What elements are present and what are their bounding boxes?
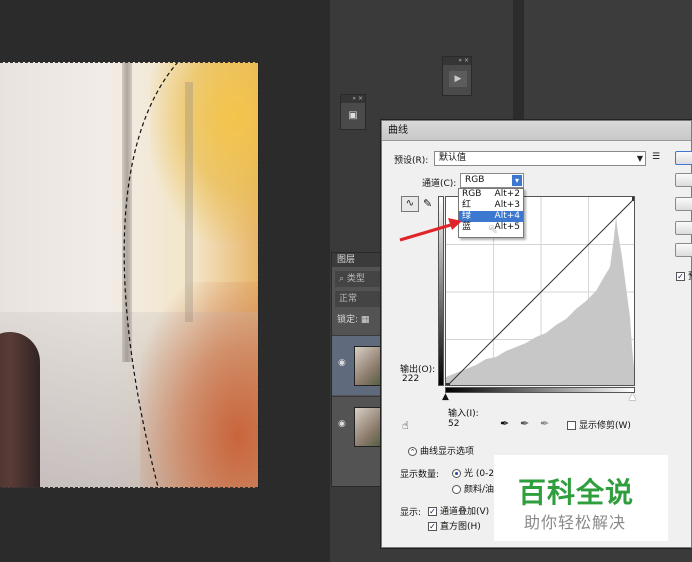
histogram-checkbox[interactable]: ✓ 直方图(H) [428,519,481,532]
chevron-down-icon: ▼ [636,154,643,163]
target-adjust-icon[interactable]: ☝ [402,419,409,432]
curve-point-tool-icon[interactable]: ∿ [401,196,419,212]
check-icon: ✓ [676,272,685,281]
panel-header: » × [341,95,365,103]
radio-button [452,469,461,478]
output-value[interactable]: 222 [402,374,419,384]
watermark-title: 百科全说 [518,476,635,509]
white-eyedropper-icon[interactable]: ✒ [540,417,549,430]
curve-options-label: 曲线显示选项 [420,447,475,457]
visibility-eye-icon[interactable]: ◉ [338,358,346,368]
document-canvas[interactable] [0,0,330,562]
auto-button[interactable] [675,197,692,211]
channel-label: 通道(C): [422,179,457,189]
watermark-subtitle: 助你轻松解决 [524,513,627,532]
layer-filter-kind[interactable]: ⌕ 类型 [335,271,383,287]
preset-options-icon[interactable]: ☰ [652,152,660,162]
input-gradient-bar [445,387,635,393]
curve-point-start [446,383,450,385]
layers-panel: 图层 ⌕ 类型 正常 锁定: ▦ ◉ ◉ [331,252,388,487]
collapsed-panel-actions[interactable]: » × ▶ [442,56,472,96]
selection-edge-bottom [0,487,258,488]
preset-label: 预设(R): [394,156,429,166]
black-point-slider-icon[interactable]: ▲ [442,392,449,402]
lock-pixels-icon[interactable]: ▦ [361,315,370,325]
ok-button[interactable] [675,151,692,165]
panel-divider [513,0,523,120]
dialog-title[interactable]: 曲线 [382,121,691,141]
preview-label: 预 [688,272,692,282]
menu-item-green[interactable]: 绿 Alt+4 [459,211,523,222]
white-point-slider-icon[interactable]: ▲ [629,392,636,402]
check-icon: ✓ [428,507,437,516]
selection-edge-top [0,62,258,63]
watermark-logo: 百科全说 助你轻松解决 [494,455,668,541]
filter-kind-label: 类型 [346,274,365,284]
check-icon: ✓ [428,522,437,531]
blend-mode-select[interactable]: 正常 [335,291,383,307]
visibility-eye-icon[interactable]: ◉ [338,419,346,429]
menu-item-label: 红 [462,200,472,210]
show-clipping-checkbox[interactable]: 显示修剪(W) [567,418,631,431]
tab-layers[interactable]: 图层 [332,253,386,267]
mouse-cursor-icon: ↖ [488,222,499,236]
layer-item[interactable]: ◉ [332,335,388,395]
play-icon[interactable]: ▶ [449,71,467,87]
channel-overlay-label: 通道叠加(V) [440,507,490,517]
show-amount-label: 显示数量: [400,470,440,480]
radio-pigment-label: 颜料/油 [464,485,495,495]
preset-value: 默认值 [439,153,467,163]
chevron-down-icon: ▾ [512,175,522,186]
radio-pigment[interactable]: 颜料/油 [452,482,494,495]
panel-dock [523,0,692,120]
menu-item-shortcut: Alt+2 [494,189,520,199]
channel-value: RGB [465,175,485,185]
menu-item-shortcut: Alt+5 [494,222,520,232]
checkbox-box [567,421,576,430]
preset-select[interactable]: 默认值 ▼ [434,151,646,166]
red-arrow-annotation [399,218,462,242]
smooth-button[interactable] [675,243,692,257]
search-icon: ⌕ [339,274,347,284]
menu-item-label: RGB [462,189,482,199]
chevron-up-icon: ⌃ [408,447,417,456]
options-button[interactable] [675,221,692,235]
input-value[interactable]: 52 [448,419,459,429]
menu-item-red[interactable]: 红 Alt+3 [459,200,523,211]
show-label: 显示: [400,508,422,518]
properties-icon[interactable]: ▣ [345,108,361,124]
selection-marquee [123,61,179,488]
histogram-label: 直方图(H) [440,522,481,532]
gray-eyedropper-icon[interactable]: ✒ [520,417,529,430]
show-clipping-label: 显示修剪(W) [579,421,631,431]
curve-options-toggle[interactable]: ⌃ 曲线显示选项 [408,444,474,457]
curve-point-end [632,197,634,201]
menu-item-rgb[interactable]: RGB Alt+2 [459,189,523,200]
layer-item[interactable]: ◉ [332,396,388,456]
lock-label: 锁定: [337,315,359,325]
lock-row: 锁定: ▦ [332,307,386,325]
channel-select[interactable]: RGB ▾ [460,173,524,188]
radio-button [452,485,461,494]
radio-light[interactable]: 光 (0-25 [452,466,500,479]
menu-item-shortcut: Alt+4 [494,211,520,221]
input-label: 输入(I): [448,409,479,419]
selection-edge-right [257,62,259,488]
cancel-button[interactable] [675,173,692,187]
collapsed-panel-properties[interactable]: » × ▣ [340,94,366,130]
panel-header: » × [443,57,471,65]
pencil-tool-icon[interactable]: ✎ [423,197,432,210]
menu-item-shortcut: Alt+3 [494,200,520,210]
channel-overlay-checkbox[interactable]: ✓ 通道叠加(V) [428,504,489,517]
workspace: » × ▶ » × ▣ 图层 ⌕ 类型 正常 锁定: ▦ ◉ ◉ 曲线 预设(R… [0,0,692,562]
black-eyedropper-icon[interactable]: ✒ [500,417,509,430]
preview-checkbox[interactable]: ✓预 [676,269,692,282]
